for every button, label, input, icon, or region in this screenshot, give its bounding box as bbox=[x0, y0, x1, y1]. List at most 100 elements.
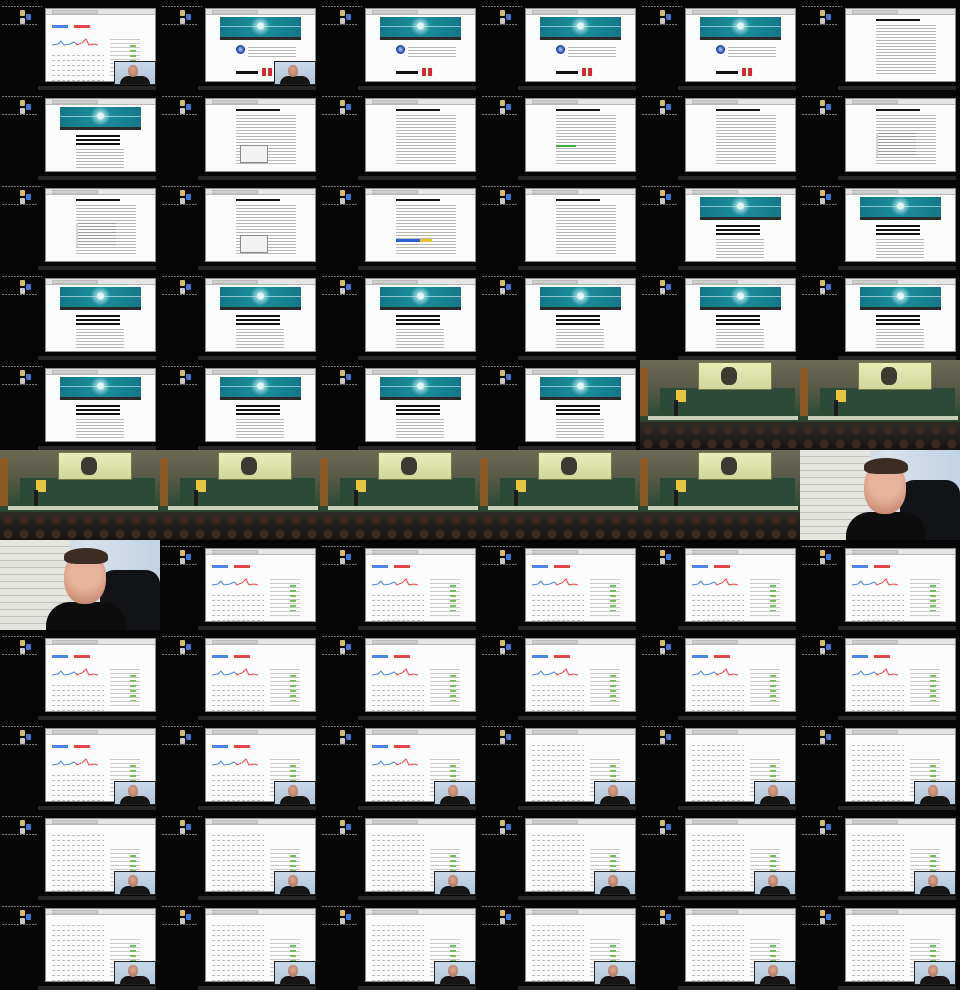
table-row bbox=[52, 685, 104, 686]
browser-window bbox=[205, 278, 316, 352]
desktop-status-text bbox=[162, 294, 198, 295]
desktop-status-text bbox=[162, 834, 198, 835]
video-frame bbox=[480, 90, 640, 180]
webcam-overlay bbox=[914, 961, 956, 985]
table-row bbox=[532, 690, 584, 691]
hall-screen bbox=[858, 362, 932, 390]
desktop-status-text bbox=[2, 276, 42, 277]
taskbar bbox=[838, 986, 956, 990]
table-row bbox=[372, 855, 424, 856]
video-frame bbox=[800, 720, 960, 810]
table-row bbox=[372, 945, 424, 946]
series-line bbox=[235, 578, 258, 586]
browser-window bbox=[205, 188, 316, 262]
presenter-face bbox=[608, 785, 618, 797]
desktop-status-text bbox=[322, 924, 358, 925]
desktop-status-text bbox=[322, 906, 362, 907]
site-banner bbox=[540, 17, 621, 37]
desktop-status-text bbox=[802, 726, 842, 727]
desktop-status-text bbox=[642, 276, 682, 277]
app-icon bbox=[506, 374, 511, 380]
file-icon bbox=[660, 918, 665, 924]
video-frame bbox=[160, 540, 320, 630]
table-row bbox=[692, 750, 744, 751]
browser-content bbox=[846, 105, 955, 171]
browser-window bbox=[365, 368, 476, 442]
file-icon bbox=[500, 288, 505, 294]
video-frame bbox=[640, 360, 800, 450]
webcam-overlay bbox=[754, 781, 796, 805]
video-frame bbox=[800, 360, 960, 450]
table-row bbox=[692, 610, 744, 611]
browser-window bbox=[45, 188, 156, 262]
webcam-overlay bbox=[754, 871, 796, 895]
desktop-status-text bbox=[642, 726, 682, 727]
browser-window bbox=[685, 98, 796, 172]
site-navbar bbox=[220, 397, 301, 400]
app-icon bbox=[346, 104, 351, 110]
desktop-status-text bbox=[162, 816, 202, 817]
kpi-red bbox=[714, 565, 730, 568]
series-line bbox=[875, 668, 898, 676]
app-icon bbox=[666, 14, 671, 20]
article-headline bbox=[876, 109, 920, 112]
browser-content bbox=[846, 195, 955, 261]
lecture-hall bbox=[0, 450, 160, 540]
browser-window bbox=[365, 188, 476, 262]
table-row bbox=[52, 70, 104, 71]
table-row bbox=[52, 790, 104, 791]
video-frame bbox=[0, 450, 160, 540]
site-banner bbox=[860, 287, 941, 307]
webcam-overlay bbox=[274, 961, 316, 985]
app-icon bbox=[26, 104, 31, 110]
table-row bbox=[372, 935, 424, 936]
video-frame bbox=[800, 0, 960, 90]
table-row bbox=[372, 940, 424, 941]
desktop-status-text bbox=[802, 294, 838, 295]
table-row bbox=[852, 835, 904, 836]
table-row bbox=[532, 795, 584, 796]
status-badges bbox=[290, 585, 296, 611]
app-icon bbox=[26, 644, 31, 650]
desktop-status-text bbox=[482, 366, 522, 367]
presenter-body bbox=[920, 886, 950, 894]
desktop-status-text bbox=[2, 204, 38, 205]
table-row bbox=[692, 890, 744, 891]
table-row bbox=[212, 870, 264, 871]
table-row bbox=[372, 835, 424, 836]
table-row bbox=[52, 60, 104, 61]
file-icon bbox=[180, 378, 185, 384]
desktop-status-text bbox=[162, 726, 202, 727]
status-badges bbox=[930, 675, 936, 701]
red-buttons bbox=[422, 68, 432, 76]
folder-icon bbox=[340, 550, 345, 556]
table-row bbox=[52, 960, 104, 961]
folder-icon bbox=[20, 640, 25, 646]
presenter-face bbox=[448, 965, 458, 977]
status-badges bbox=[610, 585, 616, 611]
table-row bbox=[212, 685, 264, 686]
table-row bbox=[212, 950, 264, 951]
browser-window bbox=[525, 278, 636, 352]
article-text bbox=[396, 419, 444, 439]
presenter-face bbox=[768, 875, 778, 887]
table-row bbox=[532, 955, 584, 956]
desktop-status-text bbox=[482, 276, 522, 277]
video-frame bbox=[0, 0, 160, 90]
desktop-status-text bbox=[482, 564, 518, 565]
browser-content bbox=[46, 375, 155, 441]
file-icon bbox=[500, 738, 505, 744]
table-row bbox=[692, 620, 744, 621]
table-row bbox=[532, 840, 584, 841]
series-line bbox=[52, 670, 79, 676]
table-row bbox=[532, 850, 584, 851]
presenter-face bbox=[768, 785, 778, 797]
browser-content bbox=[366, 375, 475, 441]
article-headline bbox=[876, 315, 920, 326]
folder-icon bbox=[20, 370, 25, 376]
site-banner bbox=[380, 377, 461, 397]
webcam-overlay bbox=[434, 961, 476, 985]
presenter-face bbox=[448, 875, 458, 887]
site-navbar bbox=[860, 217, 941, 220]
table-row bbox=[212, 970, 264, 971]
